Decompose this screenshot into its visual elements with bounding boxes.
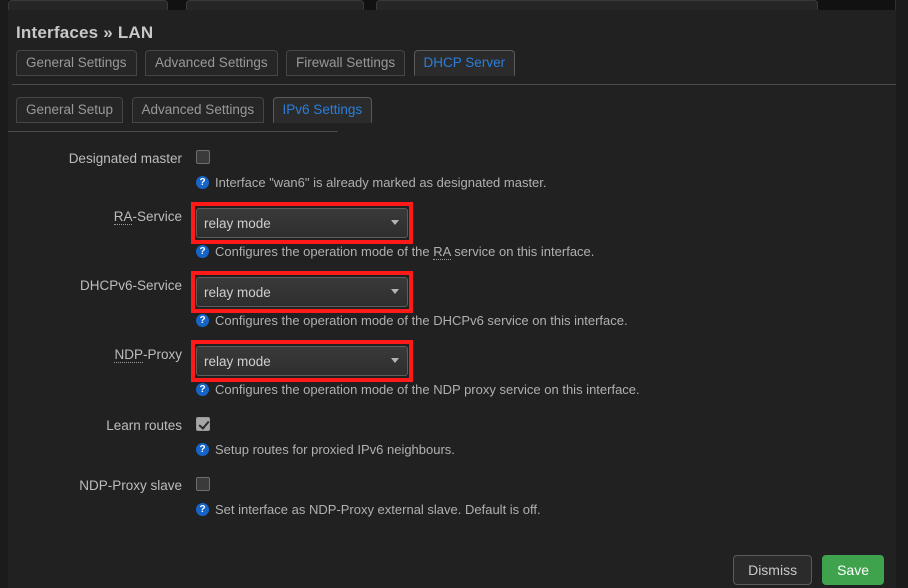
right-scroll-rail[interactable] — [895, 0, 908, 588]
help-text: Configures the operation mode of the DHC… — [215, 313, 628, 328]
help-icon: ? — [196, 314, 209, 327]
label-rest-ra: -Service — [132, 209, 182, 224]
help-text: Configures the operation mode of the RA … — [215, 243, 594, 260]
help-ra-service: ? Configures the operation mode of the R… — [196, 243, 896, 260]
page-title: Interfaces » LAN — [16, 23, 154, 42]
form-row-ndp-proxy-slave: NDP-Proxy slave ? Set interface as NDP-P… — [8, 477, 896, 518]
form-row-designated-master: Designated master ? Interface "wan6" is … — [8, 150, 896, 191]
app-screen: Interfaces » LAN General Settings Advanc… — [0, 0, 908, 588]
label-abbr-ra: RA — [113, 209, 133, 225]
checkbox-learn-routes[interactable] — [196, 417, 210, 431]
help-text: Set interface as NDP-Proxy external slav… — [215, 502, 541, 517]
select-wrapper-ra-service: relay mode — [191, 202, 413, 244]
label-designated-master: Designated master — [68, 151, 182, 166]
select-wrapper-ndp-proxy: relay mode — [191, 340, 413, 382]
form-row-learn-routes: Learn routes ? Setup routes for proxied … — [8, 417, 896, 458]
help-designated-master: ? Interface "wan6" is already marked as … — [196, 174, 896, 191]
label-learn-routes: Learn routes — [106, 418, 182, 433]
checkbox-designated-master[interactable] — [196, 150, 210, 164]
select-wrapper-dhcpv6-service: relay mode — [191, 271, 413, 313]
help-pre: Configures the operation mode of the — [215, 244, 434, 259]
secondary-tab-underline — [8, 131, 338, 132]
form-row-ndp-proxy: NDP-Proxy relay mode ? Configures the op… — [8, 340, 896, 398]
help-icon: ? — [196, 245, 209, 258]
label-ndp-proxy: NDP-Proxy — [8, 346, 196, 364]
help-learn-routes: ? Setup routes for proxied IPv6 neighbou… — [196, 441, 896, 458]
secondary-tab-bar: General Setup Advanced Settings IPv6 Set… — [8, 97, 888, 123]
ipv6-settings-form: Designated master ? Interface "wan6" is … — [8, 140, 896, 518]
label-ndp-proxy-slave: NDP-Proxy slave — [79, 478, 182, 493]
help-icon: ? — [196, 176, 209, 189]
background-tab-2 — [186, 0, 364, 10]
help-abbr-ra: RA — [433, 244, 451, 260]
help-dhcpv6-service: ? Configures the operation mode of the D… — [196, 312, 896, 329]
tab-general-setup[interactable]: General Setup — [16, 97, 124, 123]
help-text: Configures the operation mode of the NDP… — [215, 382, 640, 397]
label-abbr-ndp: NDP — [114, 347, 143, 363]
tab-dhcp-server[interactable]: DHCP Server — [413, 50, 516, 76]
left-gutter — [0, 0, 8, 588]
help-icon: ? — [196, 443, 209, 456]
help-text: Interface "wan6" is already marked as de… — [215, 175, 547, 190]
checkbox-ndp-proxy-slave[interactable] — [196, 477, 210, 491]
dismiss-button[interactable]: Dismiss — [733, 555, 813, 585]
background-tab-3 — [376, 0, 818, 10]
help-text: Setup routes for proxied IPv6 neighbours… — [215, 442, 455, 457]
label-ra-service: RA-Service — [8, 208, 196, 226]
tab-firewall-settings[interactable]: Firewall Settings — [286, 50, 406, 76]
help-icon: ? — [196, 383, 209, 396]
tab-ipv6-settings[interactable]: IPv6 Settings — [272, 97, 373, 123]
tab-advanced-settings-sub[interactable]: Advanced Settings — [131, 97, 265, 123]
label-rest-ndp: -Proxy — [142, 347, 182, 362]
form-row-dhcpv6-service: DHCPv6-Service relay mode ? Configures t… — [8, 271, 896, 329]
select-ndp-proxy[interactable]: relay mode — [196, 346, 408, 376]
tab-general-settings[interactable]: General Settings — [16, 50, 137, 76]
help-post: service on this interface. — [450, 244, 595, 259]
background-tabstrip — [0, 0, 908, 10]
dialog-footer: Dismiss Save — [8, 555, 896, 585]
select-ra-service[interactable]: relay mode — [196, 208, 408, 238]
select-dhcpv6-service[interactable]: relay mode — [196, 277, 408, 307]
help-icon: ? — [196, 503, 209, 516]
primary-tab-bar: General Settings Advanced Settings Firew… — [16, 50, 896, 76]
interface-config-panel: Interfaces » LAN General Settings Advanc… — [8, 10, 896, 588]
form-row-ra-service: RA-Service relay mode ? Configures the o… — [8, 202, 896, 260]
label-dhcpv6-service: DHCPv6-Service — [79, 278, 182, 293]
help-ndp-proxy-slave: ? Set interface as NDP-Proxy external sl… — [196, 501, 896, 518]
save-button[interactable]: Save — [822, 555, 884, 585]
primary-tab-underline — [12, 84, 896, 85]
background-tab-1 — [8, 0, 168, 10]
tab-advanced-settings[interactable]: Advanced Settings — [145, 50, 278, 76]
help-ndp-proxy: ? Configures the operation mode of the N… — [196, 381, 896, 398]
